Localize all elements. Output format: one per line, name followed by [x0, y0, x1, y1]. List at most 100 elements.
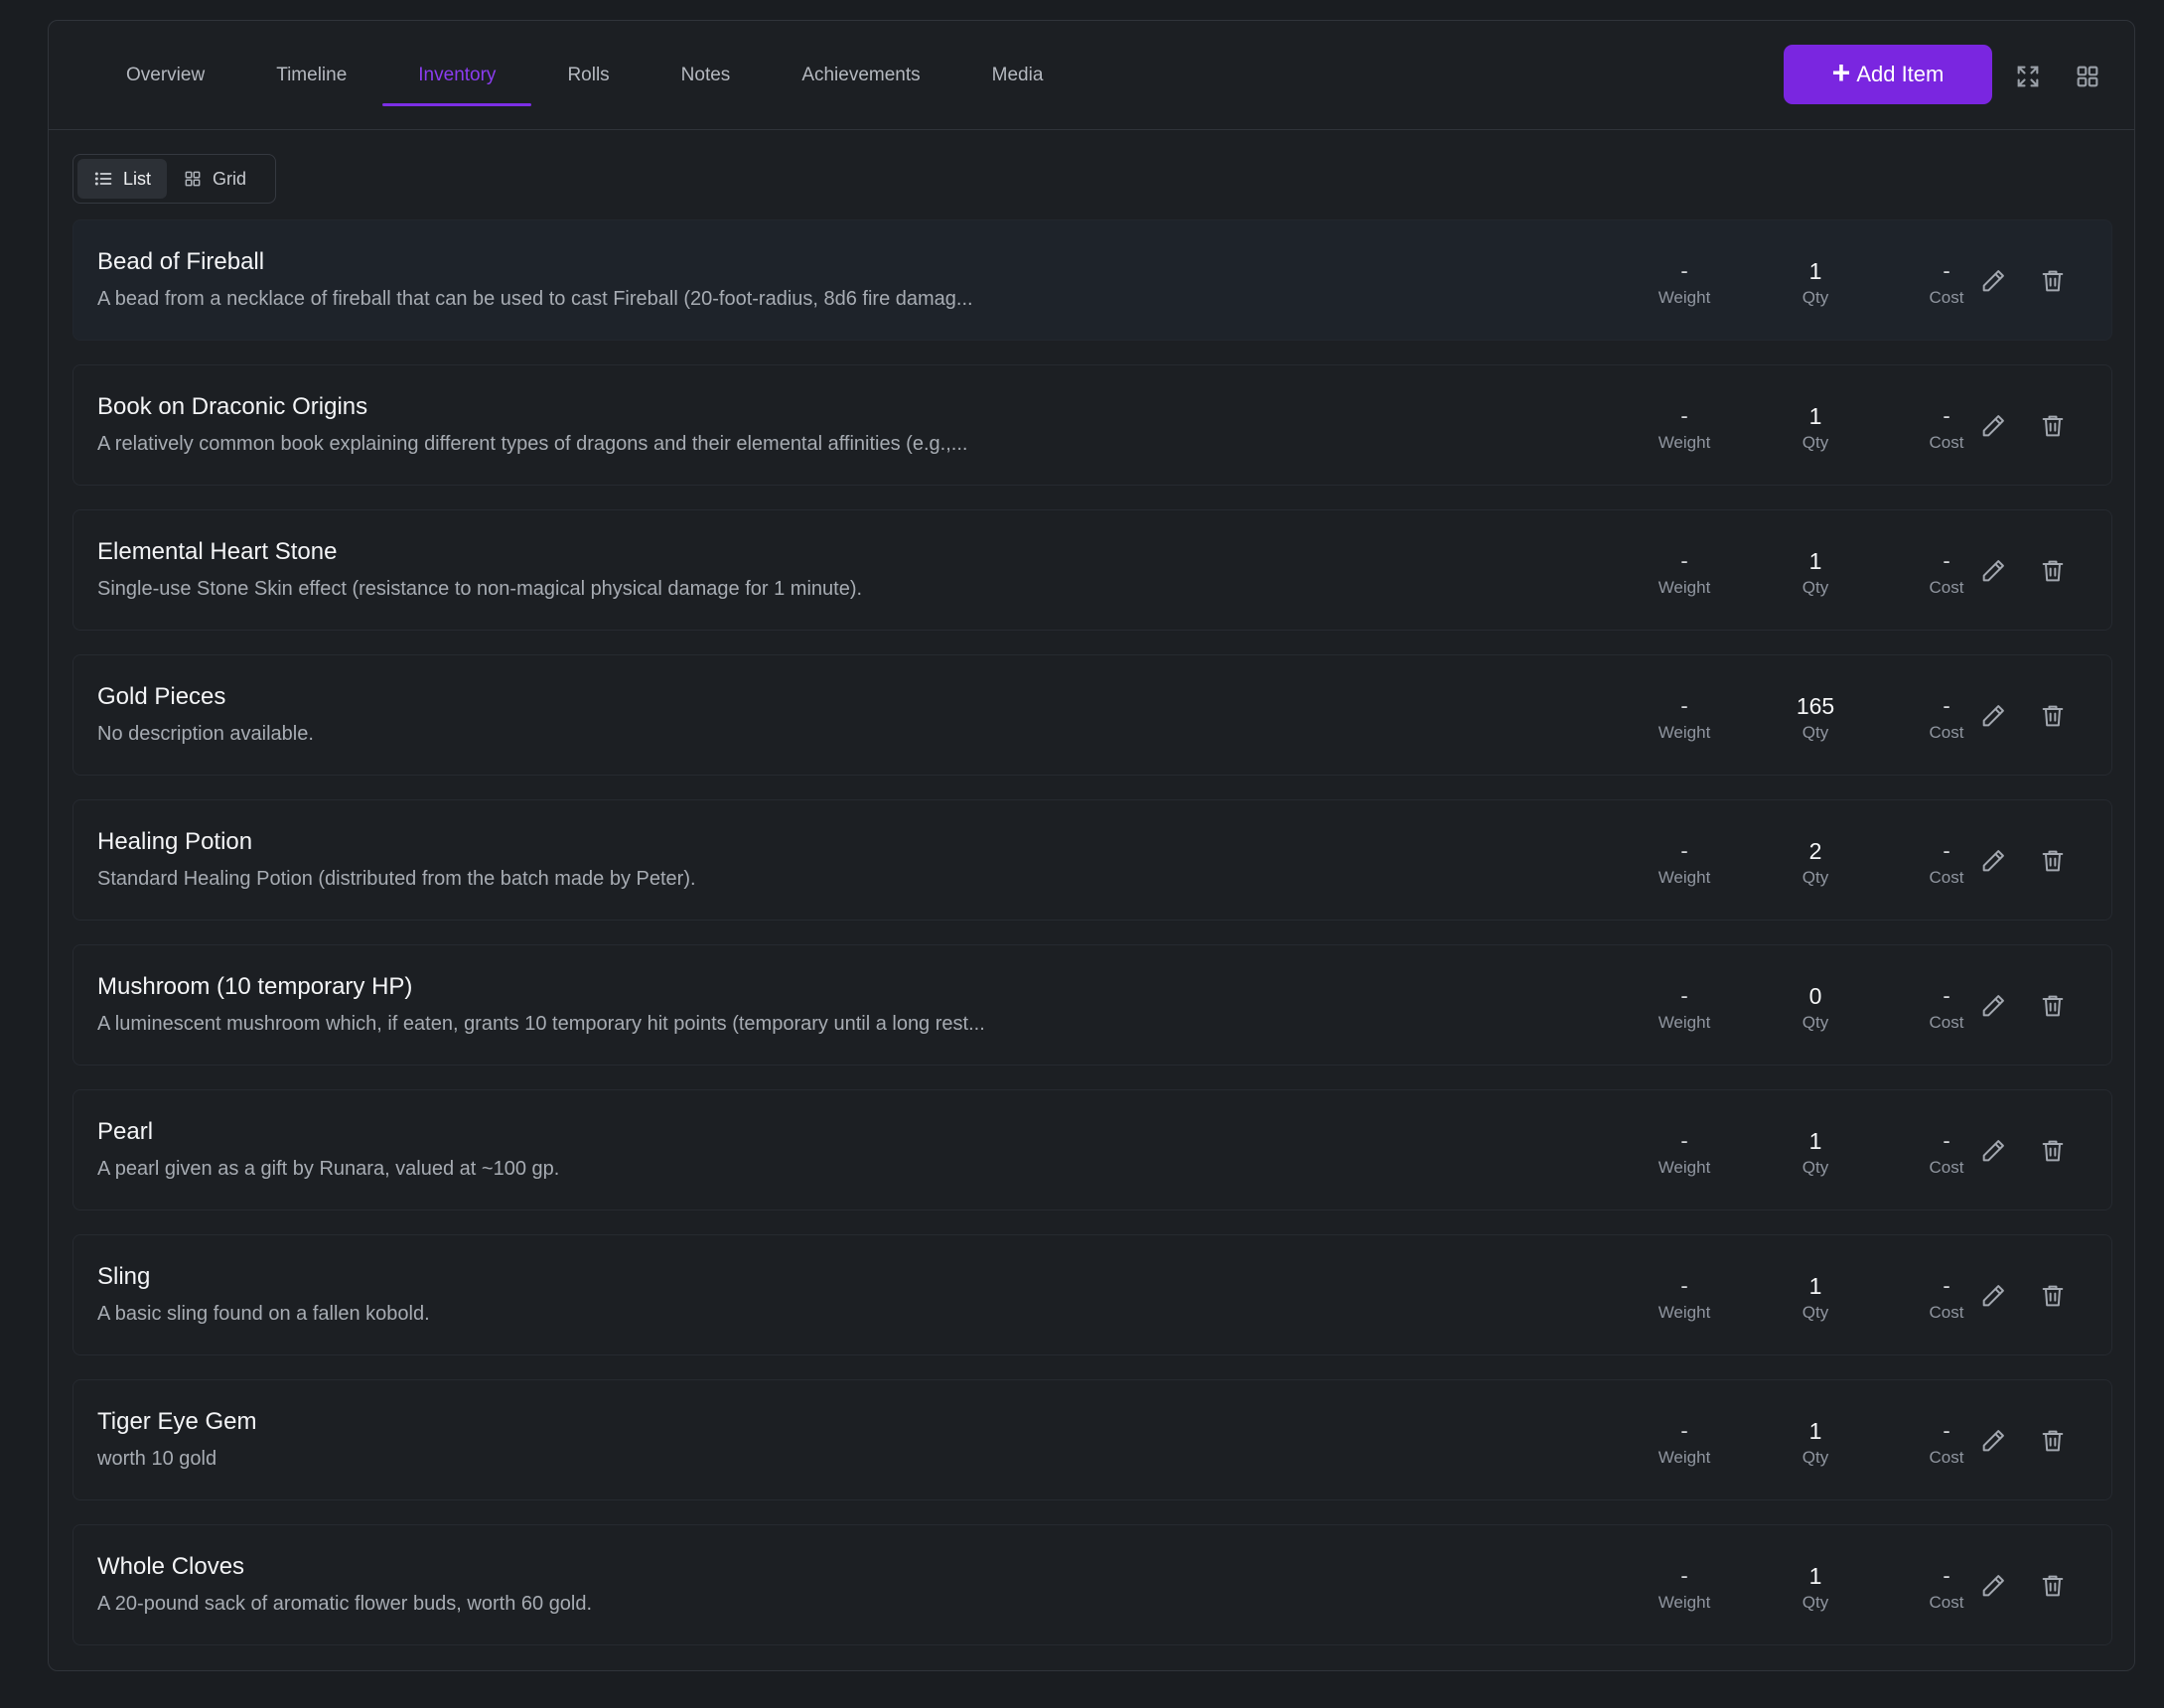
- item-description: A basic sling found on a fallen kobold.: [97, 1303, 430, 1325]
- list-item[interactable]: Whole Cloves A 20-pound sack of aromatic …: [72, 1524, 2112, 1645]
- edit-button[interactable]: [1979, 267, 2007, 295]
- qty-stat: 1 Qty: [1756, 1273, 1875, 1323]
- qty-stat: 1 Qty: [1756, 258, 1875, 308]
- add-item-button[interactable]: + Add Item: [1784, 45, 1992, 104]
- edit-button[interactable]: [1979, 1572, 2007, 1600]
- pencil-icon: [1979, 705, 2007, 734]
- pencil-icon: [1979, 560, 2007, 589]
- delete-button[interactable]: [2039, 267, 2067, 295]
- item-name: Mushroom (10 temporary HP): [97, 973, 413, 1000]
- trash-icon: [2039, 1140, 2067, 1169]
- weight-value: -: [1680, 1128, 1688, 1153]
- delete-button[interactable]: [2039, 557, 2067, 585]
- tab-media[interactable]: Media: [956, 21, 1080, 130]
- weight-stat: - Weight: [1625, 548, 1744, 598]
- weight-label: Weight: [1658, 1303, 1711, 1322]
- delete-button[interactable]: [2039, 1427, 2067, 1455]
- weight-label: Weight: [1658, 1593, 1711, 1612]
- weight-value: -: [1680, 258, 1688, 283]
- tabs: Overview Timeline Inventory Rolls Notes Achie…: [90, 21, 1079, 130]
- weight-stat: - Weight: [1625, 1418, 1744, 1468]
- edit-button[interactable]: [1979, 1282, 2007, 1310]
- edit-button[interactable]: [1979, 1137, 2007, 1165]
- tab-achievements[interactable]: Achievements: [766, 21, 955, 130]
- weight-value: -: [1680, 693, 1688, 718]
- item-name: Sling: [97, 1263, 151, 1290]
- qty-value: 1: [1808, 403, 1822, 429]
- delete-button[interactable]: [2039, 1282, 2067, 1310]
- qty-label: Qty: [1802, 723, 1829, 742]
- delete-button[interactable]: [2039, 1572, 2067, 1600]
- weight-label: Weight: [1658, 1158, 1711, 1177]
- qty-stat: 1 Qty: [1756, 1128, 1875, 1178]
- weight-stat: - Weight: [1625, 838, 1744, 888]
- qty-value: 0: [1808, 983, 1822, 1009]
- weight-value: -: [1680, 403, 1688, 428]
- weight-stat: - Weight: [1625, 983, 1744, 1033]
- edit-button[interactable]: [1979, 992, 2007, 1020]
- trash-icon: [2039, 270, 2067, 299]
- item-description: Single-use Stone Skin effect (resistance…: [97, 578, 863, 600]
- item-name: Whole Cloves: [97, 1553, 245, 1580]
- edit-button[interactable]: [1979, 557, 2007, 585]
- list-item[interactable]: Healing Potion Standard Healing Potion (d…: [72, 799, 2112, 921]
- tab-notes[interactable]: Notes: [646, 21, 767, 130]
- weight-value: -: [1680, 1273, 1688, 1298]
- item-description: A pearl given as a gift by Runara, value…: [97, 1158, 560, 1180]
- qty-value: 2: [1808, 838, 1822, 864]
- item-name: Bead of Fireball: [97, 248, 265, 275]
- weight-value: -: [1680, 1418, 1688, 1443]
- tab-rolls[interactable]: Rolls: [531, 21, 645, 130]
- tab-overview[interactable]: Overview: [90, 21, 240, 130]
- plus-icon: +: [1831, 55, 1851, 90]
- trash-icon: [2039, 1285, 2067, 1314]
- edit-button[interactable]: [1979, 1427, 2007, 1455]
- list-item[interactable]: Mushroom (10 temporary HP) A luminescent …: [72, 944, 2112, 1066]
- edit-button[interactable]: [1979, 412, 2007, 440]
- tab-timeline[interactable]: Timeline: [240, 21, 382, 130]
- item-name: Book on Draconic Origins: [97, 393, 368, 420]
- pencil-icon: [1979, 270, 2007, 299]
- delete-button[interactable]: [2039, 992, 2067, 1020]
- edit-button[interactable]: [1979, 702, 2007, 730]
- weight-value: -: [1680, 1563, 1688, 1588]
- qty-stat: 0 Qty: [1756, 983, 1875, 1033]
- item-description: A 20-pound sack of aromatic flower buds,…: [97, 1593, 593, 1615]
- expand-icon[interactable]: [2014, 63, 2042, 90]
- grid-view-button[interactable]: Grid: [167, 159, 262, 199]
- item-name: Gold Pieces: [97, 683, 226, 710]
- list-item[interactable]: Bead of Fireball A bead from a necklace o…: [72, 219, 2112, 341]
- delete-button[interactable]: [2039, 702, 2067, 730]
- edit-button[interactable]: [1979, 847, 2007, 875]
- qty-stat: 165 Qty: [1756, 693, 1875, 743]
- item-description: A bead from a necklace of fireball that …: [97, 288, 973, 310]
- tab-inventory[interactable]: Inventory: [382, 21, 532, 130]
- trash-icon: [2039, 560, 2067, 589]
- delete-button[interactable]: [2039, 1137, 2067, 1165]
- grid-view-label: Grid: [213, 168, 247, 189]
- list-view-button[interactable]: List: [77, 159, 168, 199]
- weight-value: -: [1680, 548, 1688, 573]
- grid-icon[interactable]: [2074, 63, 2101, 90]
- list-item[interactable]: Sling A basic sling found on a fallen kob…: [72, 1234, 2112, 1355]
- qty-value: 1: [1808, 1418, 1822, 1444]
- delete-button[interactable]: [2039, 412, 2067, 440]
- weight-label: Weight: [1658, 288, 1711, 307]
- qty-stat: 1 Qty: [1756, 548, 1875, 598]
- trash-icon: [2039, 1575, 2067, 1604]
- trash-icon: [2039, 850, 2067, 879]
- weight-label: Weight: [1658, 1013, 1711, 1032]
- weight-label: Weight: [1658, 868, 1711, 887]
- list-item[interactable]: Tiger Eye Gem worth 10 gold - Weight 1 Qty - Co…: [72, 1379, 2112, 1500]
- delete-button[interactable]: [2039, 847, 2067, 875]
- qty-label: Qty: [1802, 1158, 1829, 1177]
- item-name: Pearl: [97, 1118, 154, 1145]
- list-item[interactable]: Elemental Heart Stone Single-use Stone Sk…: [72, 509, 2112, 631]
- qty-stat: 1 Qty: [1756, 1563, 1875, 1613]
- tab-bar: Overview Timeline Inventory Rolls Notes Achie…: [49, 21, 2134, 130]
- list-item[interactable]: Book on Draconic Origins A relatively com…: [72, 364, 2112, 486]
- weight-stat: - Weight: [1625, 693, 1744, 743]
- list-item[interactable]: Pearl A pearl given as a gift by Runara, …: [72, 1089, 2112, 1210]
- weight-stat: - Weight: [1625, 403, 1744, 453]
- list-item[interactable]: Gold Pieces No description available. - Wei…: [72, 654, 2112, 776]
